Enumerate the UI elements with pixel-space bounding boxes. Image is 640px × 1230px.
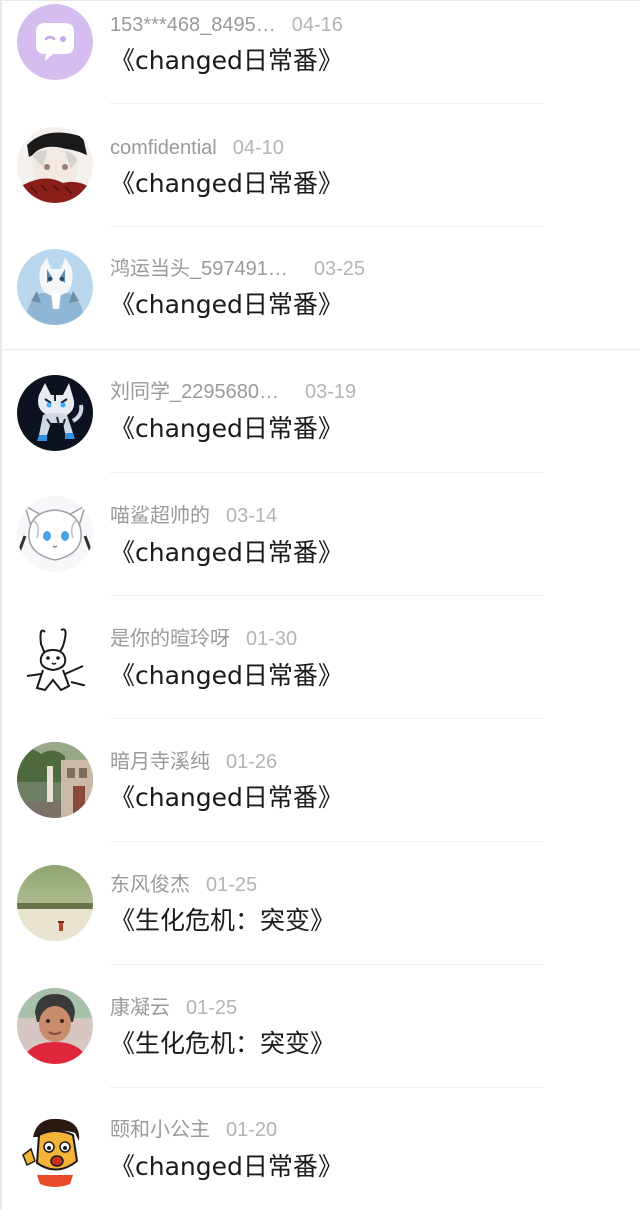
item-title[interactable]: 《changed日常番》 [110, 656, 343, 696]
item-title[interactable]: 《changed日常番》 [110, 164, 343, 204]
person-photo-avatar[interactable] [17, 988, 93, 1064]
item-title[interactable]: 《changed日常番》 [110, 1147, 343, 1187]
date-label: 03-25 [313, 258, 366, 280]
list-item[interactable]: 喵鲨超帅的 03-14 《changed日常番》 [0, 492, 640, 615]
date-label: 01-25 [206, 874, 258, 896]
item-title[interactable]: 《changed日常番》 [110, 41, 343, 81]
date-label: 04-10 [232, 137, 284, 159]
divider [110, 718, 544, 719]
item-title[interactable]: 《changed日常番》 [110, 285, 343, 325]
divider [0, 349, 640, 350]
item-meta: 是你的暄玲呀 01-30 [110, 624, 297, 654]
item-meta: 刘同学_2295680… 03-19 [110, 377, 356, 407]
divider [110, 595, 544, 596]
date-label: 01-25 [186, 997, 238, 1019]
username[interactable]: 鸿运当头_597491… [110, 254, 288, 284]
chat-bubble-avatar[interactable] [17, 4, 93, 80]
item-title[interactable]: 《生化危机：突变》 [110, 901, 335, 941]
divider [110, 964, 544, 965]
date-label: 04-16 [291, 14, 343, 36]
item-meta: 东风俊杰 01-25 [110, 870, 257, 900]
list-item[interactable]: 康凝云 01-25 《生化危机：突变》 [0, 984, 640, 1107]
list-item[interactable]: 是你的暄玲呀 01-30 《changed日常番》 [0, 615, 640, 738]
item-meta: 颐和小公主 01-20 [110, 1115, 277, 1145]
list-item[interactable]: 刘同学_2295680… 03-19 《changed日常番》 [0, 369, 640, 492]
item-meta: 153***468_8495… 04-16 [110, 10, 343, 40]
item-meta: comfidential 04-10 [110, 133, 284, 163]
white-furry-avatar[interactable] [17, 496, 93, 572]
item-title[interactable]: 《changed日常番》 [110, 409, 343, 449]
date-label: 03-14 [226, 505, 278, 527]
item-meta: 喵鲨超帅的 03-14 [110, 501, 277, 531]
username[interactable]: 喵鲨超帅的 [110, 501, 210, 531]
wolf-character-avatar[interactable] [17, 249, 93, 325]
list-item[interactable]: 153***468_8495… 04-16 《changed日常番》 [0, 0, 640, 123]
street-photo-avatar[interactable] [17, 742, 93, 818]
list-item[interactable]: 东风俊杰 01-25 《生化危机：突变》 [0, 861, 640, 984]
list-item[interactable]: 颐和小公主 01-20 《changed日常番》 [0, 1107, 640, 1230]
date-label: 03-19 [304, 381, 357, 403]
list-item[interactable]: 暗月寺溪纯 01-26 《changed日常番》 [0, 738, 640, 861]
divider [110, 472, 544, 473]
divider [110, 841, 544, 842]
date-label: 01-20 [226, 1119, 278, 1141]
divider [110, 1087, 544, 1088]
anime-character-avatar[interactable] [17, 127, 93, 203]
divider [110, 226, 544, 227]
tiger-character-avatar[interactable] [17, 375, 93, 451]
item-meta: 鸿运当头_597491… 03-25 [110, 254, 365, 284]
username[interactable]: comfidential [110, 133, 217, 163]
rabbit-sketch-avatar[interactable] [17, 624, 93, 700]
username[interactable]: 153***468_8495… [110, 10, 276, 40]
date-label: 01-26 [226, 751, 278, 773]
list-item[interactable]: comfidential 04-10 《changed日常番》 [0, 123, 640, 246]
divider [110, 103, 544, 104]
username[interactable]: 暗月寺溪纯 [110, 747, 210, 777]
username[interactable]: 刘同学_2295680… [110, 377, 279, 407]
item-title[interactable]: 《changed日常番》 [110, 533, 343, 573]
item-meta: 康凝云 01-25 [110, 993, 237, 1023]
item-meta: 暗月寺溪纯 01-26 [110, 747, 277, 777]
item-title[interactable]: 《changed日常番》 [110, 778, 343, 818]
landscape-photo-avatar[interactable] [17, 865, 93, 941]
list-item[interactable]: 鸿运当头_597491… 03-25 《changed日常番》 [0, 246, 640, 369]
username[interactable]: 康凝云 [110, 993, 170, 1023]
date-label: 01-30 [246, 628, 298, 650]
username[interactable]: 颐和小公主 [110, 1115, 210, 1145]
username[interactable]: 东风俊杰 [110, 870, 190, 900]
item-title[interactable]: 《生化危机：突变》 [110, 1024, 335, 1064]
username[interactable]: 是你的暄玲呀 [110, 624, 230, 654]
cartoon-face-avatar[interactable] [17, 1111, 93, 1187]
